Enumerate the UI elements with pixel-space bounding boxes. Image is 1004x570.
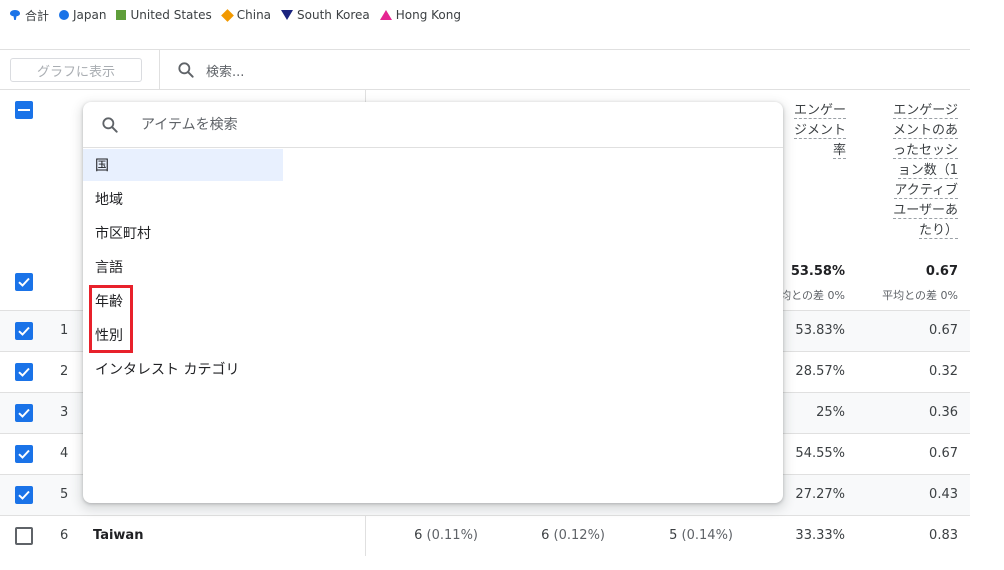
column-header-sessions-per-user[interactable]: エンゲージ メントのあ ったセッシ ョン数（1 アクティブ ユーザーあ たり） (878, 101, 958, 241)
legend-item-total[interactable]: 合計 (9, 7, 49, 24)
checkmark-icon (18, 408, 30, 418)
checkmark-icon (18, 367, 30, 377)
dropdown-item-city[interactable]: 市区町村 (83, 217, 283, 249)
header-line: メントのあ (892, 123, 958, 139)
checkmark-icon (18, 490, 30, 500)
header-line: ジメント (793, 123, 846, 139)
header-line: アクティブ (894, 183, 958, 199)
cell-sessions-per-user: 0.83 (929, 528, 958, 543)
row-checkbox[interactable] (15, 404, 33, 422)
cell-sessions-per-user: 0.43 (929, 487, 958, 502)
row-checkbox[interactable] (15, 527, 33, 545)
diamond-marker-icon (220, 8, 234, 22)
cell-sessions-per-user: 0.32 (929, 364, 958, 379)
legend-label: 合計 (25, 8, 50, 23)
item-search-input[interactable] (139, 113, 739, 137)
cell-value: 6 (541, 528, 550, 543)
totals-row-checkbox[interactable] (15, 273, 33, 291)
legend-label: South Korea (297, 8, 370, 22)
square-marker-icon (116, 10, 127, 20)
header-line: 率 (832, 143, 846, 159)
cell-value: 6 (414, 528, 423, 543)
search-icon[interactable] (176, 60, 196, 80)
select-all-checkbox[interactable] (15, 101, 33, 119)
legend-item-united-states[interactable]: United States (116, 8, 212, 22)
cell-sessions-per-user: 0.36 (929, 405, 958, 420)
legend-label: Hong Kong (395, 8, 461, 22)
header-line: たり） (918, 223, 958, 239)
cell-value: 5 (669, 528, 678, 543)
header-line: ョン数（1 (897, 163, 958, 179)
legend-label: China (236, 8, 272, 22)
legend-label: United States (130, 8, 212, 22)
cell-percent: (0.11%) (426, 528, 478, 543)
row-number: 3 (60, 405, 69, 420)
column-header-engagement-rate[interactable]: エンゲー ジメント 率 (786, 101, 846, 161)
cell-engagement-rate: 33.33% (795, 528, 845, 543)
row-checkbox[interactable] (15, 445, 33, 463)
triangle-up-marker-icon (379, 10, 392, 20)
table-search-input[interactable]: 検索... (206, 61, 244, 80)
header-line: エンゲー (793, 103, 846, 119)
row-number: 6 (60, 528, 69, 543)
legend-item-south-korea[interactable]: South Korea (281, 8, 370, 22)
checkmark-icon (18, 277, 30, 287)
row-checkbox[interactable] (15, 363, 33, 381)
checkmark-icon (18, 449, 30, 459)
cell-sessions-per-user: 0.67 (929, 323, 958, 338)
dropdown-item-country[interactable]: 国 (83, 149, 283, 181)
dropdown-item-region[interactable]: 地域 (83, 183, 283, 215)
header-line: ったセッシ (892, 143, 958, 159)
triangle-down-marker-icon (281, 10, 294, 20)
dimension-dropdown: 国 地域 市区町村 言語 年齢 性別 インタレスト カテゴリ (83, 102, 783, 503)
cell-percent: (0.12%) (553, 528, 605, 543)
header-line: エンゲージ (893, 103, 958, 119)
cell-sessions-per-user: 0.67 (929, 446, 958, 461)
legend-item-japan[interactable]: Japan (59, 8, 106, 22)
chart-legend: 合計 Japan United States China South Korea… (9, 6, 461, 24)
cell-metric-1: 6 (0.11%) (378, 528, 478, 543)
legend-item-china[interactable]: China (220, 8, 272, 22)
row-number: 2 (60, 364, 69, 379)
plot-rows-button[interactable]: グラフに表示 (10, 58, 142, 82)
circle-marker-icon (59, 10, 70, 20)
legend-label: Japan (73, 8, 107, 22)
cell-metric-3: 5 (0.14%) (633, 528, 733, 543)
total-marker-icon (10, 10, 20, 20)
cell-metric-2: 6 (0.12%) (505, 528, 605, 543)
row-number: 4 (60, 446, 69, 461)
table-toolbar: グラフに表示 検索... (0, 49, 970, 90)
toolbar-divider (159, 50, 160, 90)
row-number: 5 (60, 487, 69, 502)
annotation-highlight-box (89, 285, 133, 353)
cell-country-name[interactable]: Taiwan (93, 528, 143, 543)
total-sessions-per-user: 0.67 (925, 264, 958, 279)
checkmark-icon (18, 326, 30, 336)
dropdown-search-bar (83, 102, 783, 148)
dropdown-item-language[interactable]: 言語 (83, 251, 283, 283)
row-checkbox[interactable] (15, 486, 33, 504)
row-checkbox[interactable] (15, 322, 33, 340)
table-row[interactable]: 6 Taiwan 6 (0.11%) 6 (0.12%) 5 (0.14%) 3… (0, 515, 970, 556)
cell-percent: (0.14%) (681, 528, 733, 543)
legend-item-hong-kong[interactable]: Hong Kong (379, 8, 461, 22)
header-line: ユーザーあ (893, 203, 958, 219)
dropdown-item-interest-category[interactable]: インタレスト カテゴリ (83, 353, 383, 385)
total-sessions-per-user-diff: 平均との差 0% (882, 289, 958, 302)
row-number: 1 (60, 323, 69, 338)
search-icon (102, 117, 118, 133)
